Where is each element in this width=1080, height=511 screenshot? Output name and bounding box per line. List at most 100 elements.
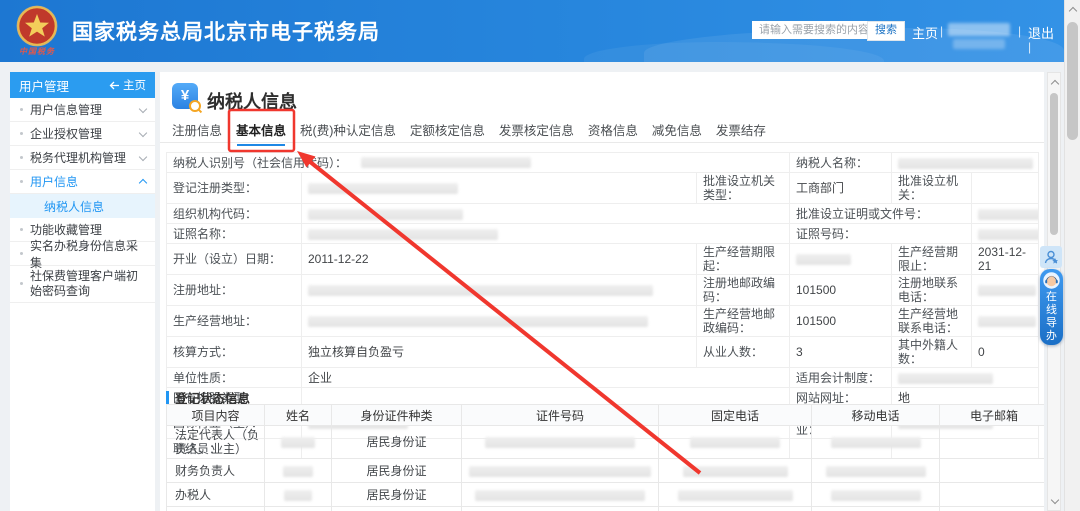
form-row: 组织机构代码： 批准设立证明或文件号： xyxy=(167,204,1039,224)
field-approval-org xyxy=(972,173,1039,204)
scroll-up-icon[interactable] xyxy=(1051,80,1059,88)
field-unit-nature: 企业 xyxy=(302,368,790,388)
field-label: 单位性质： xyxy=(167,368,302,388)
form-row: 注册地址： 注册地邮政编码： 101500 注册地联系电话： xyxy=(167,275,1039,306)
field-label: 核算方式： xyxy=(167,337,302,368)
field-label: 生产经营地联系电话： xyxy=(892,306,972,337)
scroll-up-icon[interactable] xyxy=(1069,7,1077,15)
bullet-icon xyxy=(20,252,23,255)
main-content: ¥ 纳税人信息 注册信息 基本信息 税(费)种认定信息 定额核定信息 发票核定信… xyxy=(160,72,1044,511)
bullet-icon xyxy=(20,156,23,159)
redacted-value xyxy=(978,285,1036,296)
page-scrollbar-thumb[interactable] xyxy=(1067,22,1078,140)
redacted-value xyxy=(678,490,793,501)
redacted-value xyxy=(978,316,1036,327)
redacted-value xyxy=(683,466,788,477)
sidebar-item-identity-collection[interactable]: 实名办税身份信息采集 xyxy=(10,242,155,266)
redacted-value xyxy=(485,437,635,448)
col-id-number: 证件号码 xyxy=(462,405,659,426)
redacted-value xyxy=(978,229,1039,240)
search-button[interactable]: 搜索 xyxy=(867,21,905,41)
field-label: 纳税人名称： xyxy=(790,153,892,173)
sidebar-header: 用户管理 主页 xyxy=(10,72,155,98)
bullet-icon xyxy=(20,228,23,231)
sidebar: 用户管理 主页 用户信息管理 企业授权管理 税务代理机构管理 用户信息 纳税人信… xyxy=(10,72,155,511)
redacted-value xyxy=(796,254,851,265)
field-business-phone xyxy=(972,306,1039,337)
col-email: 电子邮箱 xyxy=(940,405,1045,426)
table-row: 附办税人 居民身份证 xyxy=(167,507,1045,511)
field-label: 适用会计制度： xyxy=(790,368,892,388)
col-id-type: 身份证件种类 xyxy=(332,405,462,426)
redacted-value xyxy=(308,285,653,296)
redacted-value xyxy=(281,437,315,448)
bullet-icon xyxy=(20,108,23,111)
field-label: 证照名称： xyxy=(167,224,302,244)
field-registration-type xyxy=(302,173,697,204)
logout-link[interactable]: 退出 xyxy=(1028,23,1054,42)
divider xyxy=(160,142,1044,143)
redacted-value xyxy=(978,209,1039,220)
field-label: 生产经营地邮政编码： xyxy=(697,306,790,337)
sidebar-item-enterprise-auth[interactable]: 企业授权管理 xyxy=(10,122,155,146)
sidebar-item-user-info[interactable]: 用户信息 xyxy=(10,170,155,194)
username-redacted xyxy=(953,39,1005,49)
field-approval-org-type: 工商部门 xyxy=(790,173,892,204)
redacted-value xyxy=(826,466,926,477)
field-opening-date: 2011-12-22 xyxy=(302,244,697,275)
field-label: 生产经营期限止： xyxy=(892,244,972,275)
field-registered-phone xyxy=(972,275,1039,306)
sidebar-item-tax-agency-mgmt[interactable]: 税务代理机构管理 xyxy=(10,146,155,170)
nav-separator: | xyxy=(1028,40,1031,54)
field-foreign-employee-count: 0 xyxy=(972,337,1039,368)
sidebar-home-link[interactable]: 主页 xyxy=(109,77,146,93)
chevron-down-icon xyxy=(139,152,147,160)
field-label: 生产经营期限起： xyxy=(697,244,790,275)
sidebar-title: 用户管理 xyxy=(19,76,69,95)
scroll-down-icon[interactable] xyxy=(1051,496,1059,504)
redacted-value xyxy=(284,490,312,501)
field-label: 注册地邮政编码： xyxy=(697,275,790,306)
page-scrollbar[interactable] xyxy=(1064,0,1080,511)
content-scrollbar-thumb[interactable] xyxy=(1050,93,1058,235)
redacted-value xyxy=(831,490,921,501)
field-license-name xyxy=(302,224,790,244)
field-label: 组织机构代码： xyxy=(167,204,302,224)
field-label: 从业人数： xyxy=(697,337,790,368)
form-row: 纳税人识别号（社会信用代码）： 纳税人名称： xyxy=(167,153,1039,173)
chevron-down-icon xyxy=(139,104,147,112)
online-guide-button[interactable]: 在线导办 xyxy=(1040,269,1063,345)
customer-service-avatar xyxy=(1043,272,1060,289)
username-redacted xyxy=(948,23,1010,36)
field-license-no xyxy=(972,224,1039,244)
redacted-value xyxy=(361,157,531,168)
field-label: 生产经营地址： xyxy=(167,306,302,337)
sidebar-item-user-info-mgmt[interactable]: 用户信息管理 xyxy=(10,98,155,122)
field-employee-count: 3 xyxy=(790,337,892,368)
field-label: 批准设立机关类型： xyxy=(697,173,790,204)
col-mobile: 移动电话 xyxy=(812,405,940,426)
field-label: 证照号码： xyxy=(790,224,972,244)
field-label: 登记注册类型： xyxy=(167,173,302,204)
section-accent-bar xyxy=(166,391,169,404)
online-guide-label: 在线导办 xyxy=(1045,291,1058,343)
magnifier-icon xyxy=(189,100,201,112)
redacted-value xyxy=(308,316,648,327)
taxpayer-search-icon: ¥ xyxy=(172,83,198,109)
home-link[interactable]: 主页 xyxy=(912,23,938,42)
form-row: 核算方式： 独立核算自负盈亏 从业人数： 3 其中外籍人数： 0 xyxy=(167,337,1039,368)
field-operation-end: 2031-12-21 xyxy=(972,244,1039,275)
field-approval-doc-no xyxy=(972,204,1039,224)
sidebar-subitem-taxpayer-info[interactable]: 纳税人信息 xyxy=(10,194,155,218)
redacted-value xyxy=(308,209,463,220)
col-item: 项目内容 xyxy=(167,405,265,426)
form-row: 证照名称： 证照号码： xyxy=(167,224,1039,244)
page-title: 纳税人信息 xyxy=(207,88,297,114)
search-input[interactable] xyxy=(752,21,867,39)
sidebar-item-social-insurance-password[interactable]: 社保费管理客户端初始密码查询 xyxy=(10,266,155,303)
redacted-value xyxy=(898,158,1033,169)
user-star-widget[interactable] xyxy=(1040,246,1062,268)
registration-status-table: 项目内容 姓名 身份证件种类 证件号码 固定电话 移动电话 电子邮箱 法定代表人… xyxy=(166,404,1044,511)
logo-caption: 中国税务 xyxy=(10,46,64,57)
field-business-address xyxy=(302,306,697,337)
